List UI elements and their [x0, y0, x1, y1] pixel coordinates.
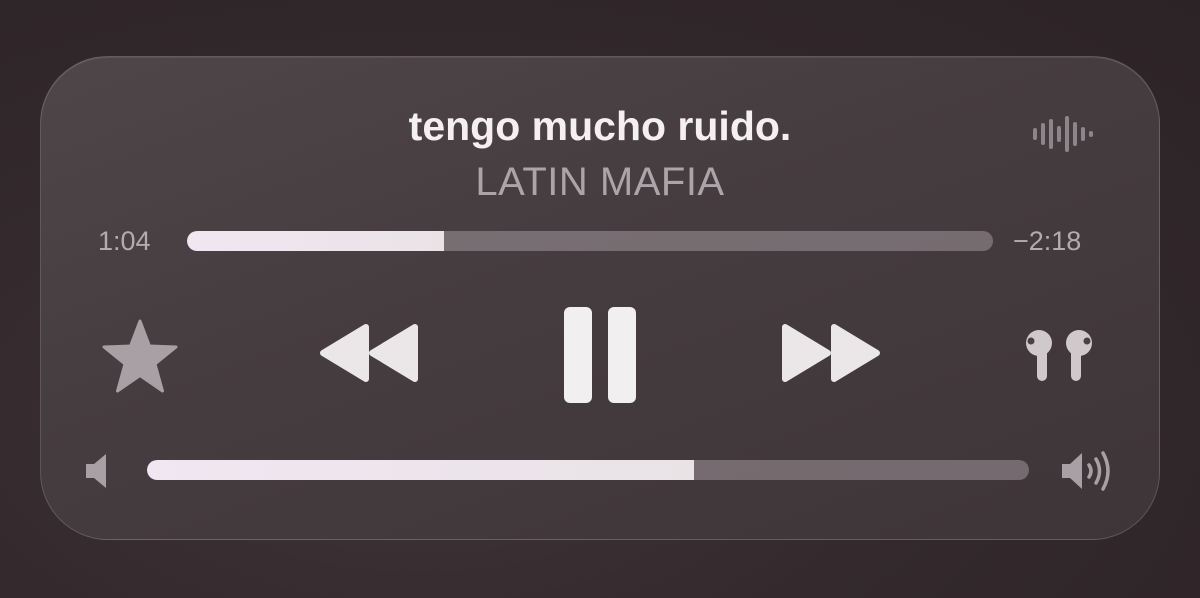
remaining-time: −2:18: [1013, 226, 1082, 256]
playback-scrubber[interactable]: [187, 231, 993, 251]
airpods-icon[interactable]: [1022, 329, 1096, 383]
volume-slider[interactable]: [147, 460, 1029, 480]
elapsed-time: 1:04: [98, 226, 151, 256]
fast-forward-icon[interactable]: [780, 322, 882, 384]
waveform-icon[interactable]: [1032, 116, 1094, 152]
playback-progress-fill: [187, 231, 445, 251]
volume-level-fill: [147, 460, 694, 480]
artist-name[interactable]: LATIN MAFIA: [0, 158, 1200, 206]
rewind-icon[interactable]: [318, 322, 420, 384]
star-icon[interactable]: [102, 319, 178, 393]
speaker-high-icon[interactable]: [1060, 450, 1118, 492]
song-title: tengo mucho ruido.: [408, 103, 792, 149]
speaker-low-icon[interactable]: [84, 452, 110, 490]
pause-icon[interactable]: [562, 307, 638, 403]
